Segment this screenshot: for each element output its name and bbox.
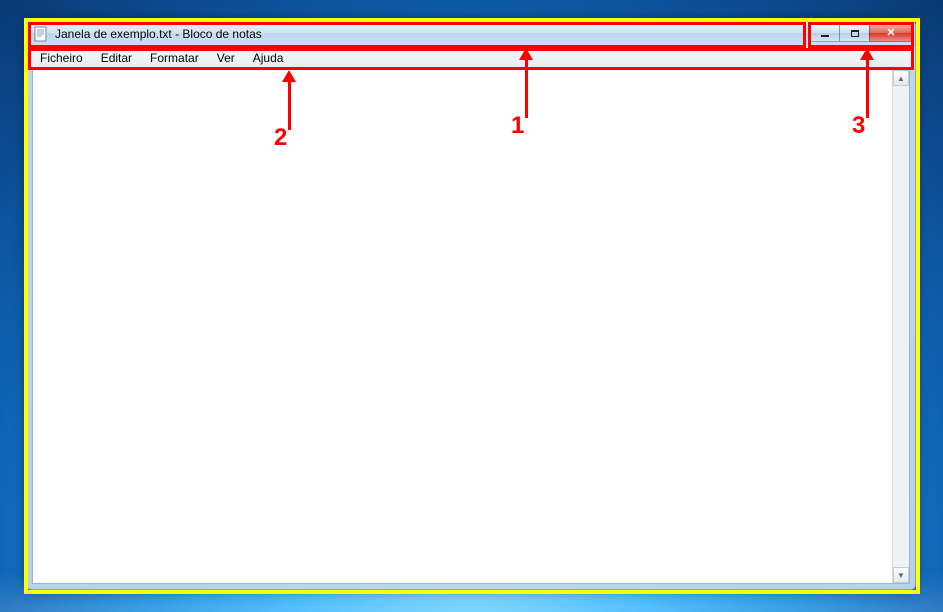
minimize-button[interactable]: [809, 24, 839, 42]
menu-help[interactable]: Ajuda: [246, 50, 291, 66]
menu-edit[interactable]: Editar: [94, 50, 139, 66]
editor-frame: ▲ ▼: [32, 69, 910, 584]
maximize-button[interactable]: [839, 24, 869, 42]
text-editor[interactable]: [33, 70, 893, 583]
menubar: Ficheiro Editar Formatar Ver Ajuda: [27, 47, 915, 69]
chevron-down-icon: ▼: [897, 571, 905, 580]
menu-format[interactable]: Formatar: [143, 50, 206, 66]
minimize-icon: [821, 35, 829, 37]
scroll-down-button[interactable]: ▼: [893, 567, 909, 583]
close-icon: ✕: [886, 28, 895, 39]
vertical-scrollbar[interactable]: ▲ ▼: [892, 70, 909, 583]
notepad-window: Janela de exemplo.txt - Bloco de notas ✕…: [26, 20, 916, 590]
menu-view[interactable]: Ver: [210, 50, 242, 66]
scroll-up-button[interactable]: ▲: [893, 70, 909, 86]
menu-file[interactable]: Ficheiro: [33, 50, 90, 66]
window-controls: ✕: [809, 24, 913, 42]
notepad-app-icon: [33, 26, 49, 42]
chevron-up-icon: ▲: [897, 74, 905, 83]
window-title: Janela de exemplo.txt - Bloco de notas: [55, 27, 262, 41]
maximize-icon: [851, 30, 859, 37]
titlebar[interactable]: Janela de exemplo.txt - Bloco de notas ✕: [27, 21, 915, 47]
scrollbar-track[interactable]: [893, 86, 909, 567]
close-button[interactable]: ✕: [869, 24, 913, 42]
